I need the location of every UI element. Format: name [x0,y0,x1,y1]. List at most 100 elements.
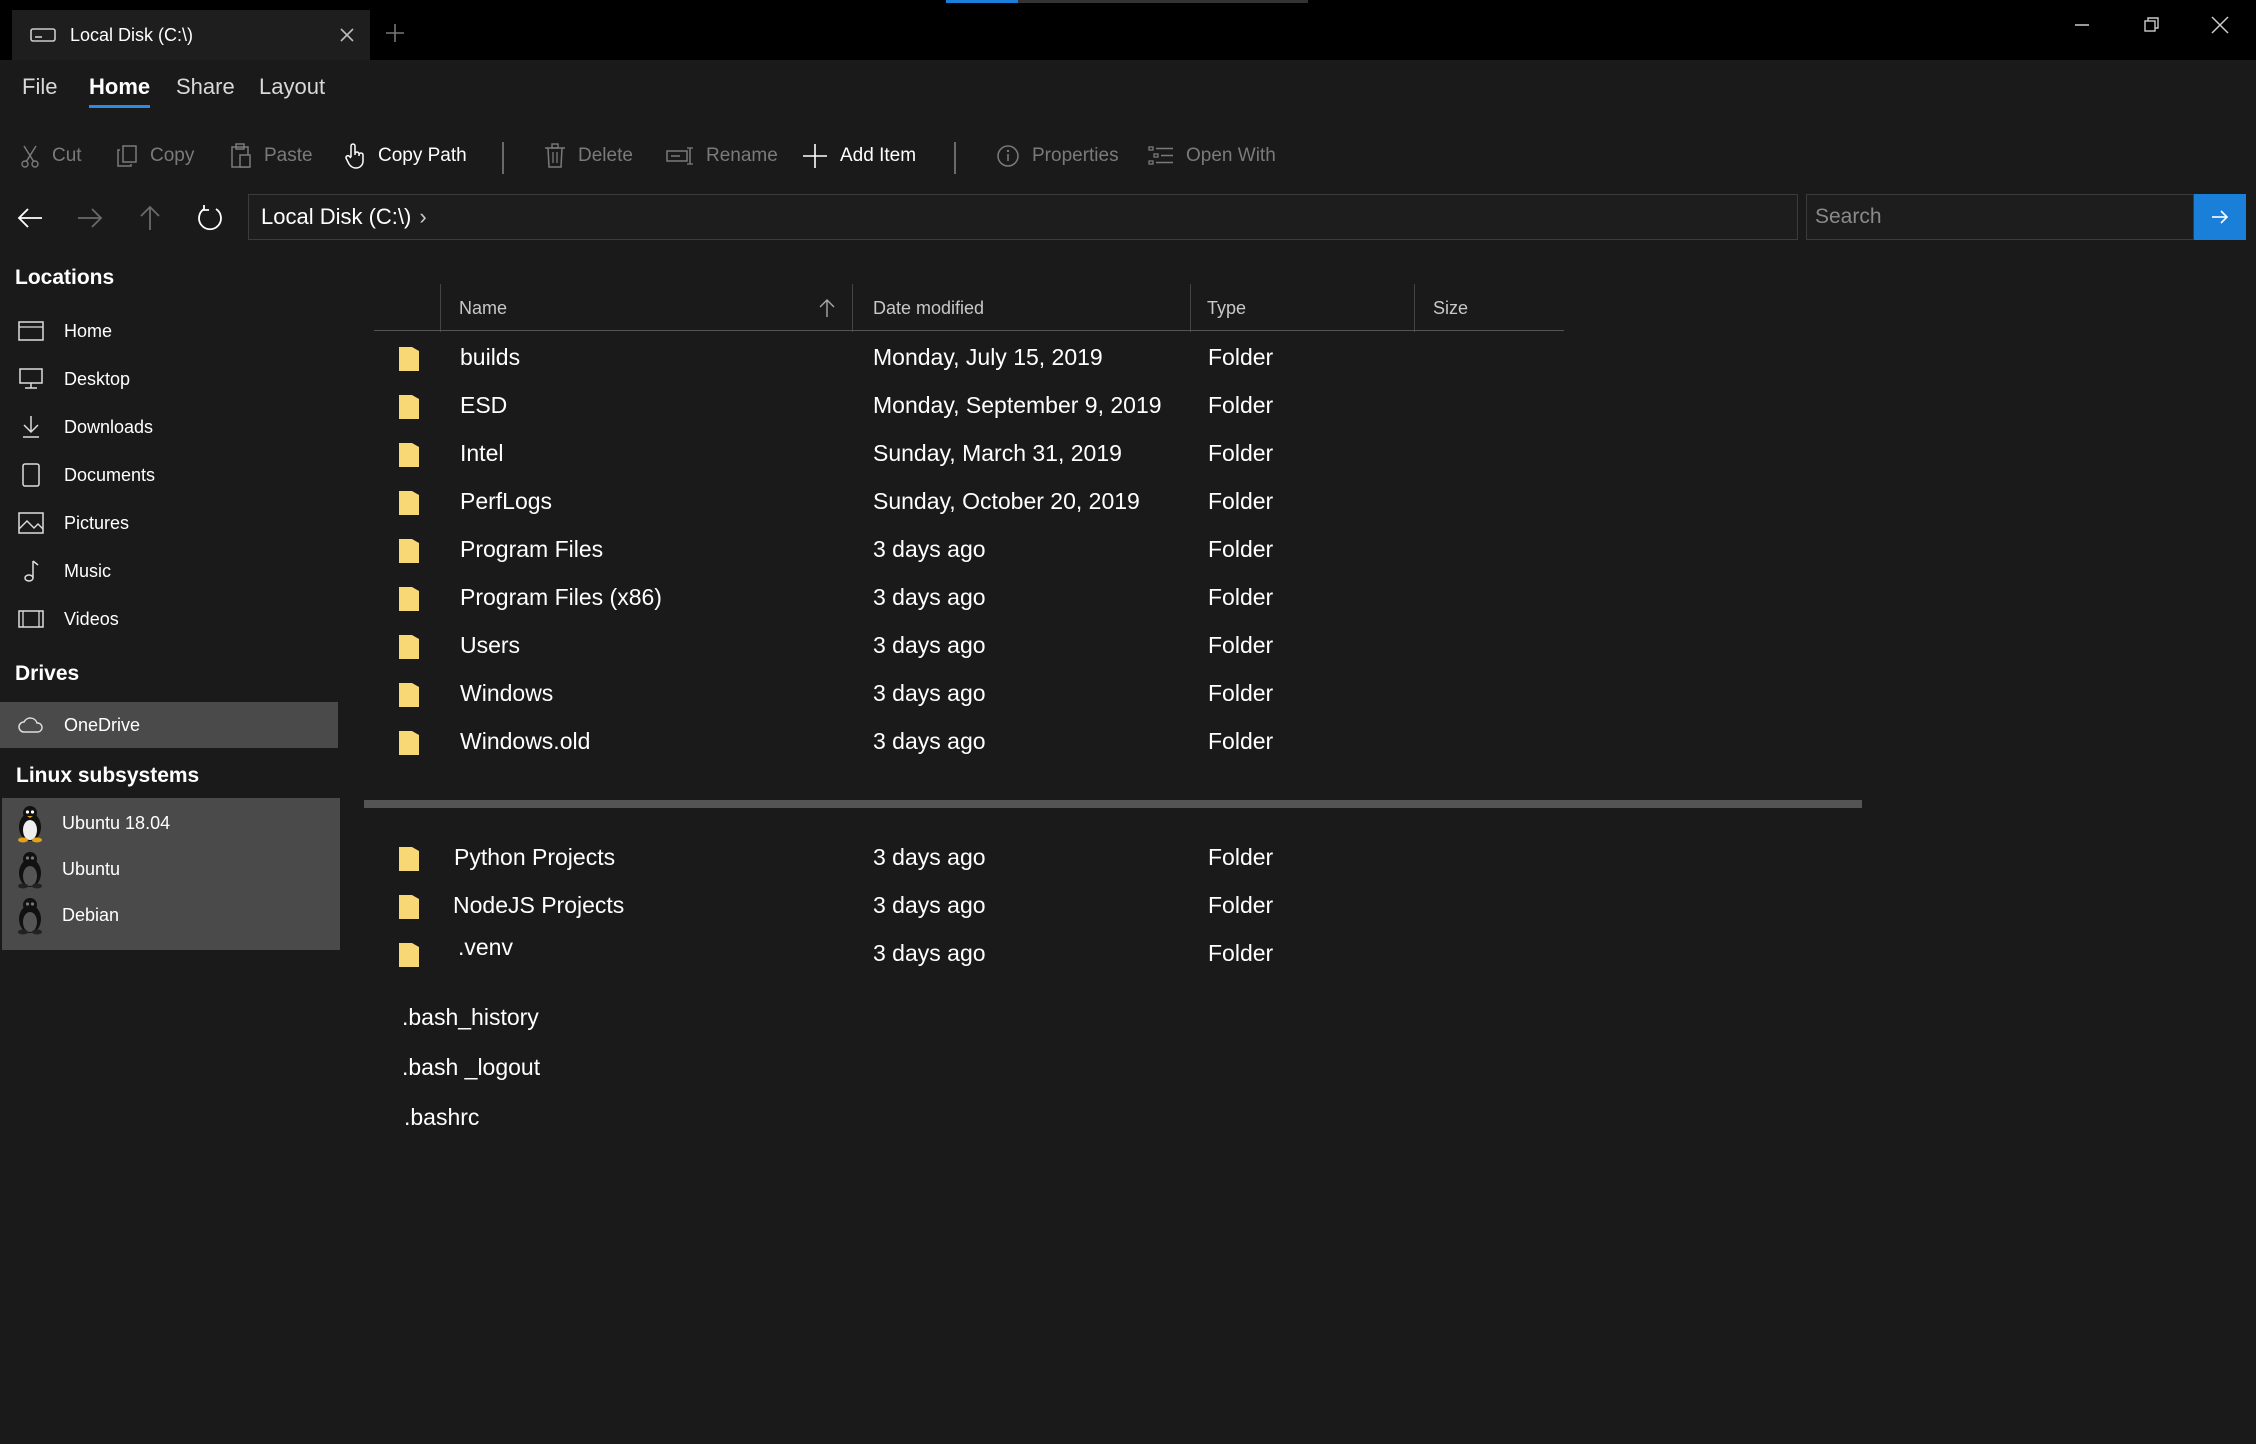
column-separator [440,284,441,332]
file-name: ESD [460,392,508,418]
tux-icon [18,898,42,935]
address-bar[interactable]: Local Disk (C:\) › [248,194,1798,240]
refresh-button[interactable] [192,200,228,236]
table-row[interactable]: Users 3 days ago Folder [374,622,1574,670]
file-type: Folder [1208,940,1274,966]
sidebar-item-music[interactable]: Music [0,548,336,594]
tab-layout[interactable]: Layout [259,74,325,100]
sidebar-item-desktop[interactable]: Desktop [0,356,336,402]
paste-label: Paste [264,145,313,166]
open-with-button[interactable]: Open With [1148,140,1276,172]
folder-icon [399,587,419,611]
rename-button[interactable]: Rename [666,140,778,172]
file-name: PerfLogs [460,488,553,514]
properties-button[interactable]: Properties [996,140,1119,172]
tab-local-disk[interactable]: Local Disk (C:\) [12,10,370,60]
sidebar-item-onedrive[interactable]: OneDrive [0,702,338,748]
column-header-size[interactable]: Size [1433,298,1468,319]
sidebar-item-label: Videos [64,608,119,629]
file-date: Sunday, March 31, 2019 [873,440,1122,466]
sidebar-item-label: Downloads [64,416,154,437]
rename-icon [666,147,693,165]
sidebar-item-documents[interactable]: Documents [0,452,336,498]
table-row[interactable]: builds Monday, July 15, 2019 Folder [374,334,1574,382]
forward-button[interactable] [72,200,108,236]
folder-icon [399,731,419,755]
add-item-button[interactable]: Add Item [802,140,916,172]
file-type: Folder [1208,440,1274,466]
documents-icon [16,462,46,488]
sidebar-item-home[interactable]: Home [0,308,336,354]
arrow-right-icon [78,208,103,228]
cloud-icon [16,712,46,738]
file-name: builds [460,344,521,370]
chevron-right-icon[interactable]: › [419,204,426,230]
delete-button[interactable]: Delete [544,140,633,172]
tab-share[interactable]: Share [176,74,235,100]
minimize-button[interactable] [2060,10,2104,40]
file-date: 3 days ago [873,584,986,610]
sidebar-item-debian[interactable]: Debian [2,892,119,938]
folder-icon [399,635,419,659]
close-window-button[interactable] [2198,10,2242,40]
folder-icon [399,943,419,967]
column-header-name[interactable]: Name [459,298,507,319]
folder-icon [399,895,419,919]
table-row[interactable]: Python Projects 3 days ago Folder [374,834,1574,882]
search-input[interactable] [1806,194,2194,240]
sidebar-item-pictures[interactable]: Pictures [0,500,336,546]
desktop-icon [16,366,46,392]
copy-button[interactable]: Copy [116,140,194,172]
sidebar-item-downloads[interactable]: Downloads [0,404,336,450]
sort-ascending-icon[interactable] [818,298,836,318]
close-tab-icon[interactable] [334,22,360,48]
tab-home[interactable]: Home [89,74,151,108]
sidebar-item-label: OneDrive [64,714,141,735]
column-header-date-modified[interactable]: Date modified [873,298,984,319]
column-header-type[interactable]: Type [1207,298,1246,319]
list-item[interactable]: .bash_history [402,1004,539,1031]
table-row[interactable]: NodeJS Projects 3 days ago Folder [374,882,1574,930]
file-name: Program Files [460,536,604,562]
restore-button[interactable] [2130,10,2174,40]
file-name: Windows [460,680,554,706]
search-go-button[interactable] [2194,194,2246,240]
tab-file[interactable]: File [22,74,57,100]
table-row[interactable]: Windows 3 days ago Folder [374,670,1574,718]
up-button[interactable] [132,200,168,236]
plus-icon [803,144,827,168]
videos-icon [16,606,46,632]
sidebar-item-label: Documents [64,464,156,485]
title-bar: Local Disk (C:\) [0,0,2256,60]
list-item[interactable]: .bash _logout [402,1054,540,1081]
copy-path-button[interactable]: Copy Path [344,140,467,172]
table-row[interactable]: Windows.old 3 days ago Folder [374,718,1574,766]
sidebar-item-videos[interactable]: Videos [0,596,336,642]
file-date: Monday, September 9, 2019 [873,392,1162,418]
back-button[interactable] [12,200,48,236]
copy-icon [117,145,137,167]
arrow-left-icon [17,208,42,228]
trash-icon [545,143,565,168]
sidebar-item-ubuntu-1804[interactable]: Ubuntu 18.04 [2,800,170,846]
table-row[interactable]: Program Files (x86) 3 days ago Folder [374,574,1574,622]
folder-icon [399,683,419,707]
sidebar-item-label: Pictures [64,512,130,533]
list-item[interactable]: .bashrc [404,1104,479,1131]
sidebar-item-ubuntu[interactable]: Ubuntu [2,846,120,892]
table-row[interactable]: .venv 3 days ago Folder [374,930,1574,978]
breadcrumb-local-disk[interactable]: Local Disk (C:\) [261,204,411,230]
paste-button[interactable]: Paste [230,140,313,172]
table-row[interactable]: Program Files 3 days ago Folder [374,526,1574,574]
table-row[interactable]: Intel Sunday, March 31, 2019 Folder [374,430,1574,478]
file-type: Folder [1208,344,1274,370]
cut-button[interactable]: Cut [20,140,82,172]
table-row[interactable]: PerfLogs Sunday, October 20, 2019 Folder [374,478,1574,526]
refresh-icon [198,205,222,231]
new-tab-icon[interactable] [382,20,408,46]
restore-icon [2144,17,2159,32]
sidebar-item-label: Music [64,560,112,581]
linux-item-label: Ubuntu 18.04 [62,812,171,833]
progress-indicator [946,0,1018,3]
table-row[interactable]: ESD Monday, September 9, 2019 Folder [374,382,1574,430]
